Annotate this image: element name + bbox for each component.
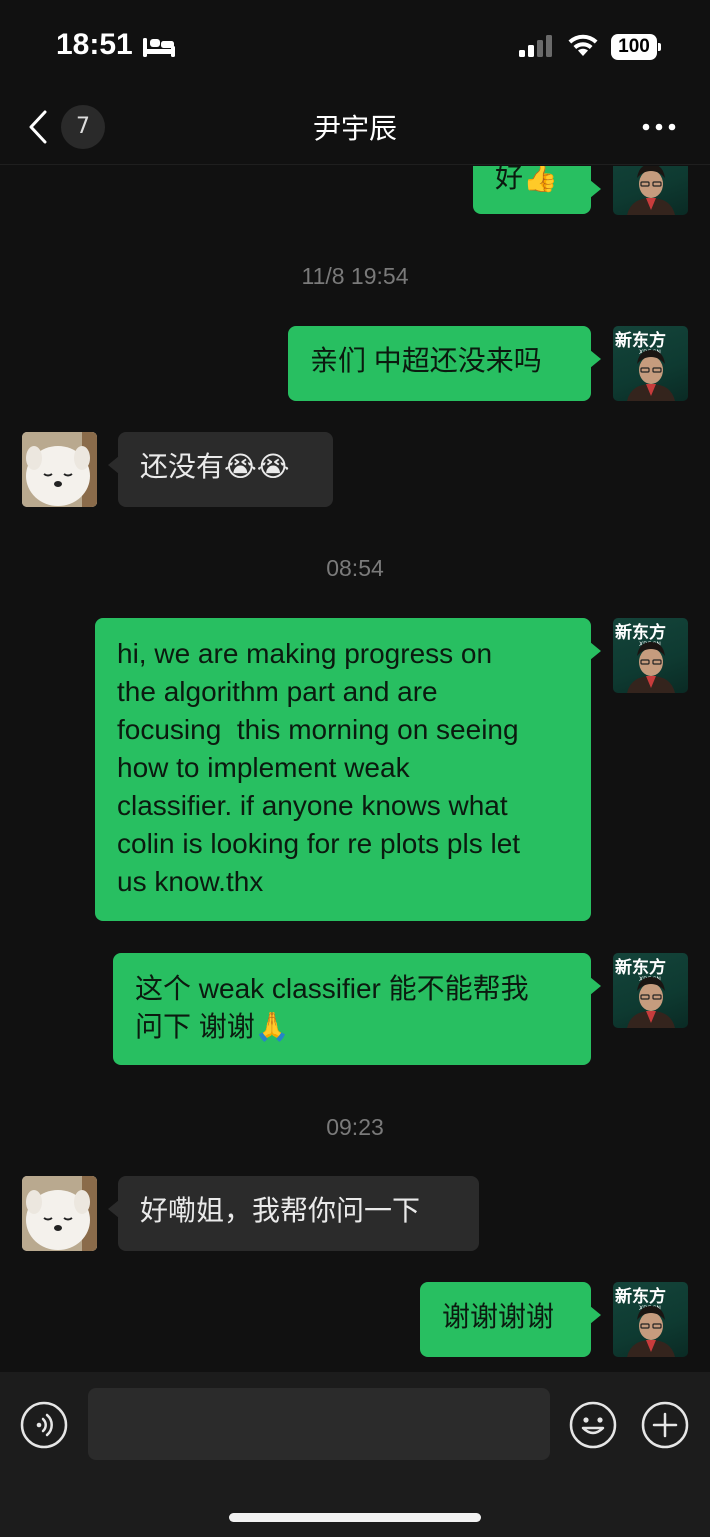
message-text: 谢谢谢谢: [442, 1301, 555, 1332]
message-line: the algorithm part and are: [117, 676, 438, 707]
avatar-person-icon: 新东方 XDF.CN: [615, 957, 675, 1028]
message-bubble-outgoing[interactable]: 这个 weak classifier 能不能帮我 问下 谢谢🙏: [113, 953, 601, 1065]
battery-indicator: 100: [611, 34, 661, 60]
avatar-person-icon: 新东方 XDF.CN: [615, 1286, 675, 1357]
battery-tip: [658, 43, 661, 51]
message-text: 好嘞姐，我帮你问一下: [140, 1195, 421, 1226]
sleep-focus-icon: [143, 38, 175, 57]
contact-avatar[interactable]: [22, 1176, 97, 1251]
my-avatar[interactable]: 新东方 XDF.CN: [613, 1282, 688, 1357]
home-indicator[interactable]: [229, 1513, 481, 1522]
message-timestamp: 09:23: [326, 1114, 384, 1140]
message-bubble-outgoing[interactable]: 好👍: [473, 166, 601, 214]
message-line: colin is looking for re plots pls let: [117, 828, 521, 859]
message-text: 好👍: [495, 166, 558, 193]
message-line: us know.thx: [117, 866, 264, 897]
message-bubble-outgoing[interactable]: hi, we are making progress on the algori…: [95, 618, 601, 921]
message-input[interactable]: [88, 1388, 550, 1460]
message-line: focusing this morning on seeing: [117, 714, 519, 745]
wifi-icon: [568, 34, 598, 56]
message-list[interactable]: 好👍 11/8 19:54 亲们 中超还没来吗 新东方 XDF.CN: [0, 166, 710, 1372]
emoji-icon[interactable]: [569, 1401, 617, 1449]
message-line: hi, we are making progress on: [117, 638, 493, 669]
my-avatar[interactable]: 新东方 XDF.CN: [613, 618, 688, 693]
add-more-icon[interactable]: [641, 1401, 689, 1449]
more-options-icon[interactable]: [640, 115, 680, 139]
message-text: 还没有😭😭: [140, 451, 290, 482]
avatar-person-icon: 新东方 XDF.CN: [615, 622, 675, 693]
cellular-signal-icon: [519, 35, 552, 57]
message-line: 问下 谢谢🙏: [135, 1011, 290, 1042]
dog-avatar-icon: [22, 1176, 97, 1251]
avatar-person-icon: 新东方 XDF.CN: [615, 330, 675, 401]
message-text: 亲们 中超还没来吗: [310, 345, 542, 376]
message-bubble-outgoing[interactable]: 谢谢谢谢: [420, 1282, 601, 1357]
message-timestamp: 11/8 19:54: [301, 263, 409, 289]
chat-header: 7 尹宇辰: [0, 95, 710, 165]
message-bubble-incoming[interactable]: 还没有😭😭: [108, 432, 333, 507]
message-line: classifier. if anyone knows what: [117, 790, 508, 821]
logo-text: 新东方: [615, 1286, 666, 1307]
dog-avatar-icon: [22, 432, 97, 507]
logo-text: 新东方: [615, 330, 666, 351]
contact-avatar[interactable]: [22, 432, 97, 507]
logo-text: 新东方: [615, 957, 666, 978]
avatar-person-icon: [627, 166, 675, 215]
logo-text: 新东方: [615, 622, 666, 643]
message-bubble-outgoing[interactable]: 亲们 中超还没来吗: [288, 326, 601, 401]
status-bar: 18:51 100: [0, 0, 710, 95]
message-timestamp: 08:54: [326, 555, 384, 581]
my-avatar[interactable]: 新东方 XDF.CN: [613, 953, 688, 1028]
voice-input-icon[interactable]: [20, 1401, 68, 1449]
my-avatar[interactable]: 新东方 XDF.CN: [613, 326, 688, 401]
chat-title: 尹宇辰: [312, 112, 397, 145]
status-time: 18:51: [56, 28, 133, 61]
battery-level: 100: [611, 34, 657, 60]
input-bar: [0, 1372, 710, 1537]
message-bubble-incoming[interactable]: 好嘞姐，我帮你问一下: [108, 1176, 479, 1251]
message-line: how to implement weak: [117, 752, 410, 783]
my-avatar[interactable]: [613, 166, 688, 215]
message-line: 这个 weak classifier 能不能帮我: [135, 973, 529, 1004]
